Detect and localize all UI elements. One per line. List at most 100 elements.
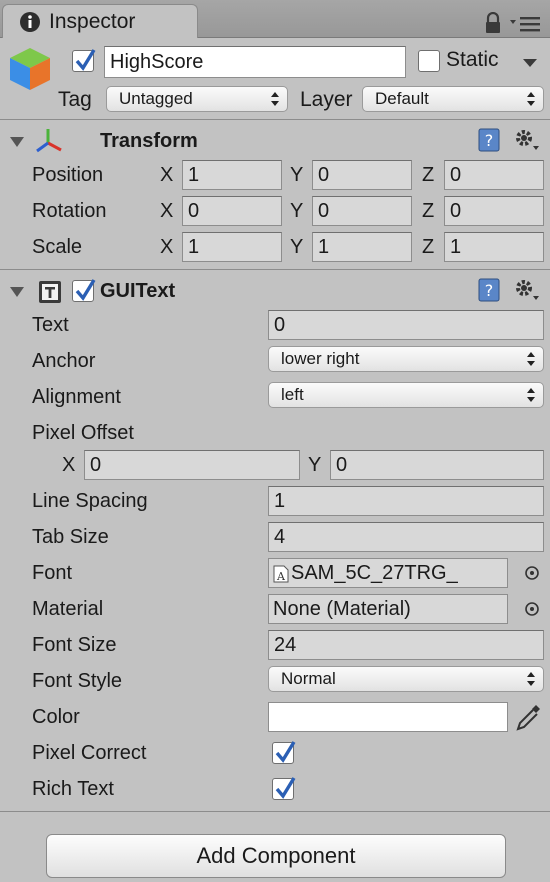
pixel-offset-x-field[interactable]: 0	[84, 450, 300, 480]
font-size-label: Font Size	[32, 634, 117, 656]
layer-value: Default	[375, 89, 429, 108]
position-y-field[interactable]: 0	[312, 160, 412, 190]
lock-icon[interactable]	[484, 12, 502, 34]
layer-label: Layer	[300, 88, 353, 111]
object-picker-icon[interactable]	[524, 601, 540, 617]
anchor-value: lower right	[281, 349, 360, 368]
alignment-label: Alignment	[32, 386, 121, 408]
tab-size-label: Tab Size	[32, 526, 109, 548]
rich-text-checkbox[interactable]	[272, 777, 296, 800]
font-object-field[interactable]: A SAM_5C_27TRG_	[268, 558, 508, 588]
static-dropdown-arrow-icon[interactable]	[522, 58, 538, 68]
position-z-field[interactable]: 0	[444, 160, 544, 190]
text-field[interactable]: 0	[268, 310, 544, 340]
rotation-z-field[interactable]: 0	[444, 196, 544, 226]
material-object-field[interactable]: None (Material)	[268, 594, 508, 624]
pixel-correct-checkbox[interactable]	[272, 741, 296, 764]
updown-arrows-icon	[527, 388, 535, 402]
axis-x-label: X	[160, 200, 174, 222]
object-picker-icon[interactable]	[524, 565, 540, 581]
scale-x-field[interactable]: 1	[182, 232, 282, 262]
rotation-x-field[interactable]: 0	[182, 196, 282, 226]
static-label: Static	[446, 48, 499, 71]
font-size-field[interactable]: 24	[268, 630, 544, 660]
axis-x-label: X	[160, 164, 174, 186]
updown-arrows-icon	[271, 92, 279, 106]
axis-y-label: Y	[290, 164, 304, 186]
line-spacing-field[interactable]: 1	[268, 486, 544, 516]
font-style-label: Font Style	[32, 670, 123, 692]
axis-y-label: Y	[290, 200, 304, 222]
pixel-offset-y-field[interactable]: 0	[330, 450, 544, 480]
tab-label: Inspector	[49, 10, 136, 33]
line-spacing-label: Line Spacing	[32, 490, 148, 512]
checkmark-icon	[75, 49, 96, 71]
tab-size-field[interactable]: 4	[268, 522, 544, 552]
svg-text:?: ?	[485, 281, 494, 300]
active-checkbox[interactable]	[72, 49, 96, 72]
color-label: Color	[32, 706, 80, 728]
gameobject-cube-icon	[10, 48, 50, 90]
rotation-y-field[interactable]: 0	[312, 196, 412, 226]
font-style-value: Normal	[281, 669, 336, 688]
updown-arrows-icon	[527, 352, 535, 366]
tag-value: Untagged	[119, 89, 193, 108]
scale-label: Scale	[32, 236, 83, 258]
material-value: None (Material)	[273, 598, 411, 620]
position-x-field[interactable]: 1	[182, 160, 282, 190]
axis-x-label: X	[160, 236, 174, 258]
alignment-value: left	[281, 385, 304, 404]
layer-dropdown[interactable]: Default	[362, 86, 544, 112]
updown-arrows-icon	[527, 672, 535, 686]
anchor-dropdown[interactable]: lower right	[268, 346, 544, 372]
add-component-button[interactable]: Add Component	[46, 834, 506, 878]
alignment-dropdown[interactable]: left	[268, 382, 544, 408]
static-checkbox[interactable]	[418, 50, 440, 72]
anchor-label: Anchor	[32, 350, 96, 372]
axis-z-label: Z	[422, 164, 435, 186]
transform-axes-icon	[36, 129, 62, 153]
context-menu-icon[interactable]	[508, 14, 542, 34]
svg-text:?: ?	[485, 131, 494, 150]
svg-text:A: A	[276, 570, 286, 583]
guitext-title[interactable]: GUIText	[100, 280, 175, 303]
help-icon[interactable]: ?	[478, 278, 500, 302]
position-label: Position	[32, 164, 104, 186]
checkmark-icon	[75, 279, 96, 301]
guitext-enabled-checkbox[interactable]	[72, 279, 96, 302]
tab-bar: Inspector	[0, 0, 550, 38]
tag-label: Tag	[58, 88, 92, 111]
font-value: SAM_5C_27TRG_	[291, 562, 458, 584]
rotation-label: Rotation	[32, 200, 107, 222]
pixel-correct-label: Pixel Correct	[32, 742, 147, 764]
font-label: Font	[32, 562, 73, 584]
color-swatch-field[interactable]	[268, 702, 508, 732]
font-style-dropdown[interactable]: Normal	[268, 666, 544, 692]
tag-dropdown[interactable]: Untagged	[106, 86, 288, 112]
axis-z-label: Z	[422, 200, 435, 222]
gameobject-name-field[interactable]: HighScore	[104, 46, 406, 78]
help-icon[interactable]: ?	[478, 128, 500, 152]
foldout-arrow-icon[interactable]	[10, 286, 24, 298]
updown-arrows-icon	[527, 92, 535, 106]
gear-icon[interactable]	[514, 128, 540, 152]
eyedropper-icon[interactable]	[514, 702, 542, 732]
pixel-offset-label: Pixel Offset	[32, 422, 134, 444]
font-asset-icon: A	[273, 565, 289, 583]
material-label: Material	[32, 598, 104, 620]
pixel-offset-x-label: X	[62, 454, 76, 476]
rich-text-label: Rich Text	[32, 778, 114, 800]
axis-y-label: Y	[290, 236, 304, 258]
foldout-arrow-icon[interactable]	[10, 136, 24, 148]
checkmark-icon	[275, 741, 296, 763]
pixel-offset-y-label: Y	[308, 454, 322, 476]
text-label: Text	[32, 314, 69, 336]
guitext-component-icon	[39, 281, 61, 303]
tab-inspector[interactable]: Inspector	[2, 4, 198, 38]
gear-icon[interactable]	[514, 278, 540, 302]
transform-title[interactable]: Transform	[100, 130, 198, 153]
axis-z-label: Z	[422, 236, 435, 258]
scale-y-field[interactable]: 1	[312, 232, 412, 262]
scale-z-field[interactable]: 1	[444, 232, 544, 262]
info-icon	[20, 12, 40, 32]
